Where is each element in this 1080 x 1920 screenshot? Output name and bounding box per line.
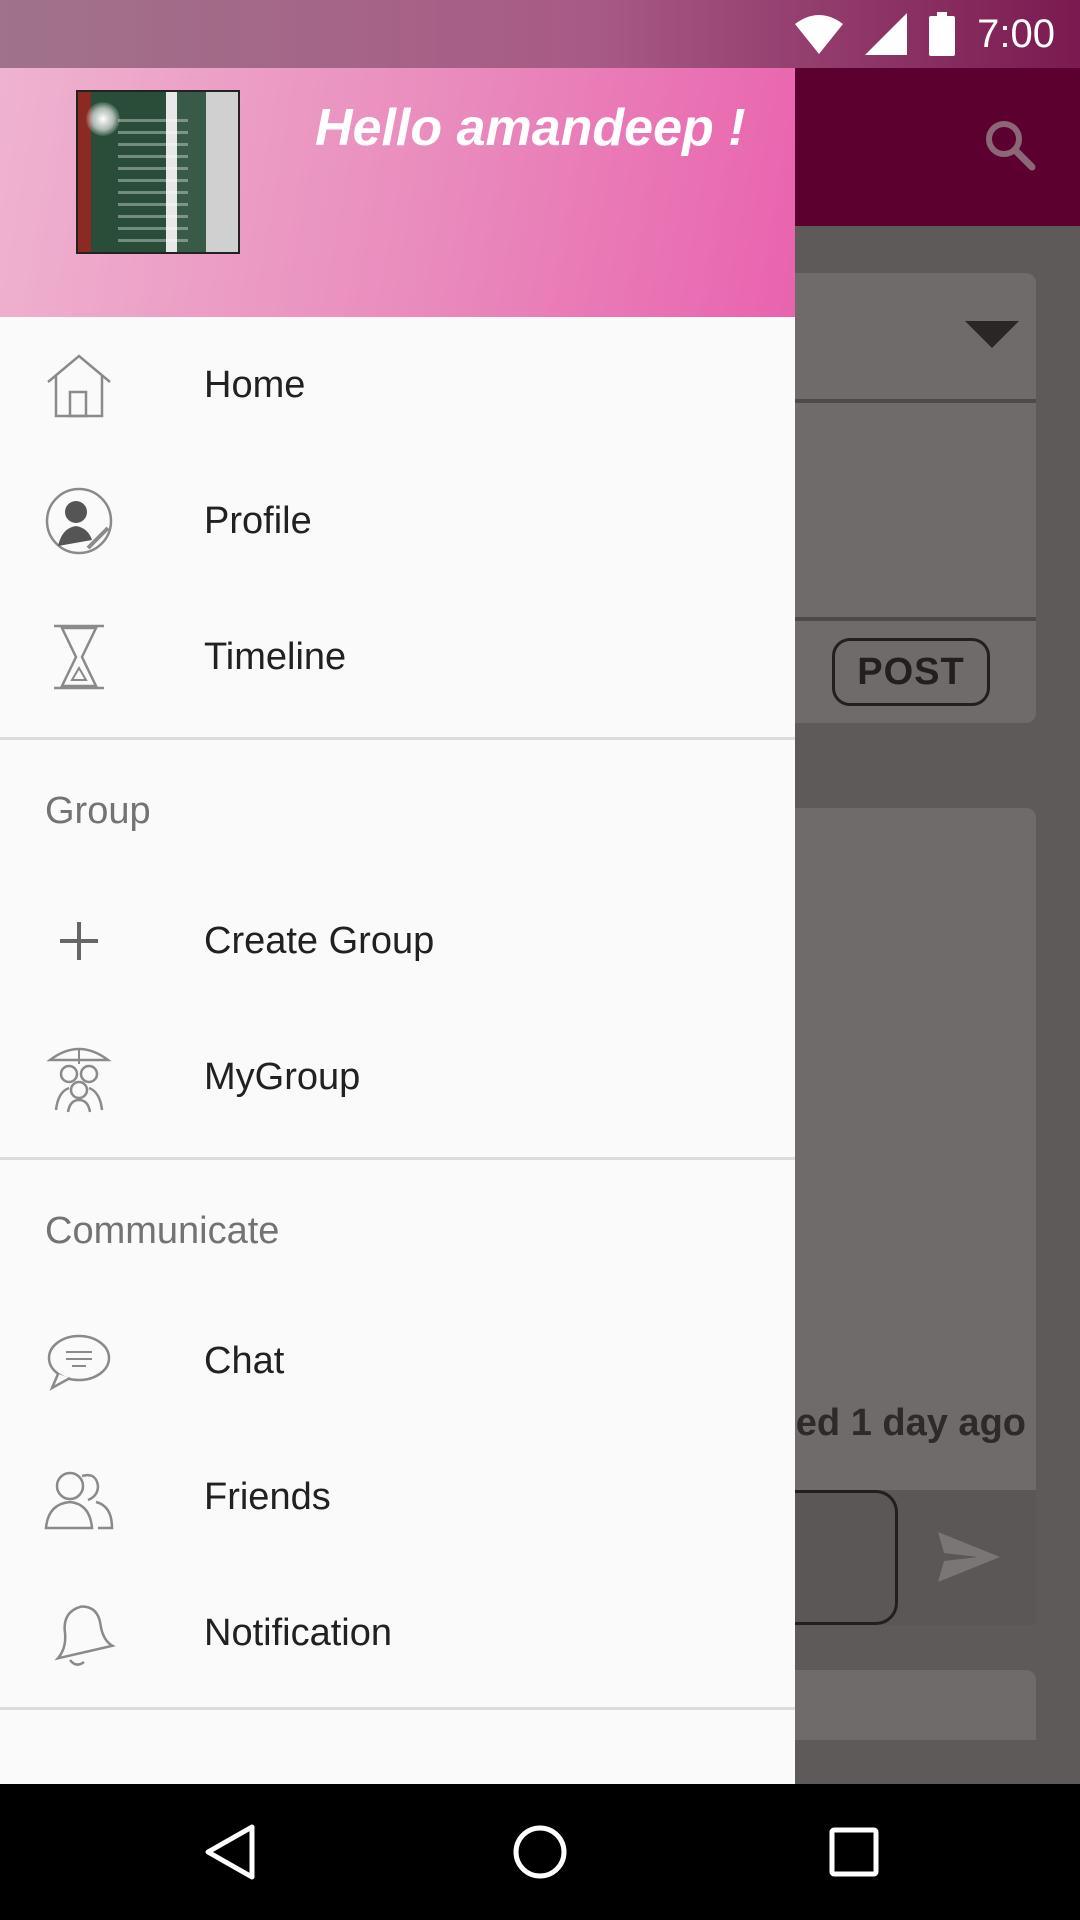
- menu-label: MyGroup: [204, 1055, 361, 1098]
- section-header-group: Group: [0, 740, 795, 873]
- menu-label: Notification: [204, 1611, 392, 1654]
- recents-icon[interactable]: [826, 1822, 882, 1882]
- section-title: Communicate: [45, 1210, 280, 1252]
- menu-item-friends[interactable]: Friends: [0, 1429, 795, 1565]
- home-nav-icon[interactable]: [510, 1822, 570, 1882]
- divider: [760, 617, 1036, 621]
- home-icon: [47, 354, 111, 418]
- menu-item-mygroup[interactable]: MyGroup: [0, 1009, 795, 1145]
- drawer-header: Hello amandeep !: [0, 68, 795, 317]
- group-icon: [46, 1047, 112, 1113]
- menu-label: Home: [204, 363, 306, 406]
- menu-item-notification[interactable]: Notification: [0, 1565, 795, 1701]
- battery-icon: [929, 12, 956, 56]
- profile-icon: [45, 487, 113, 555]
- greeting-text: Hello amandeep !: [315, 99, 746, 157]
- wifi-icon: [795, 15, 844, 54]
- menu-item-home[interactable]: Home: [0, 317, 795, 453]
- divider: [0, 1707, 795, 1710]
- feed-post-card: [760, 1670, 1036, 1740]
- dropdown-arrow-icon[interactable]: [965, 321, 1019, 348]
- system-navigation-bar: [0, 1784, 1080, 1920]
- post-button[interactable]: POST: [832, 638, 990, 706]
- post-timestamp: ed 1 day ago: [795, 1402, 1026, 1444]
- back-icon[interactable]: [202, 1822, 258, 1882]
- status-time: 7:00: [977, 11, 1055, 56]
- avatar[interactable]: [76, 90, 240, 254]
- search-icon[interactable]: [980, 115, 1040, 175]
- send-icon[interactable]: [938, 1532, 1000, 1582]
- menu-label: Profile: [204, 499, 312, 542]
- cellular-signal-icon: [865, 13, 908, 55]
- divider: [760, 399, 1036, 403]
- plus-icon: [60, 922, 98, 960]
- status-bar: 7:00: [0, 0, 1080, 68]
- drawer-menu: Home Profile Timeline Group Create Group…: [0, 317, 795, 1710]
- menu-item-chat[interactable]: Chat: [0, 1293, 795, 1429]
- menu-item-profile[interactable]: Profile: [0, 453, 795, 589]
- section-title: Group: [45, 790, 151, 832]
- bell-icon: [54, 1605, 116, 1666]
- comment-bar: [760, 1490, 1036, 1625]
- menu-label: Timeline: [204, 635, 347, 678]
- menu-label: Chat: [204, 1339, 285, 1382]
- menu-label: Create Group: [204, 919, 435, 962]
- menu-item-create-group[interactable]: Create Group: [0, 873, 795, 1009]
- navigation-drawer: Hello amandeep ! Home Profile Timeline G…: [0, 68, 795, 1784]
- hourglass-icon: [54, 624, 104, 690]
- section-header-communicate: Communicate: [0, 1160, 795, 1293]
- menu-label: Friends: [204, 1475, 331, 1518]
- chat-icon: [47, 1334, 111, 1391]
- menu-item-timeline[interactable]: Timeline: [0, 589, 795, 725]
- friends-icon: [44, 1471, 114, 1530]
